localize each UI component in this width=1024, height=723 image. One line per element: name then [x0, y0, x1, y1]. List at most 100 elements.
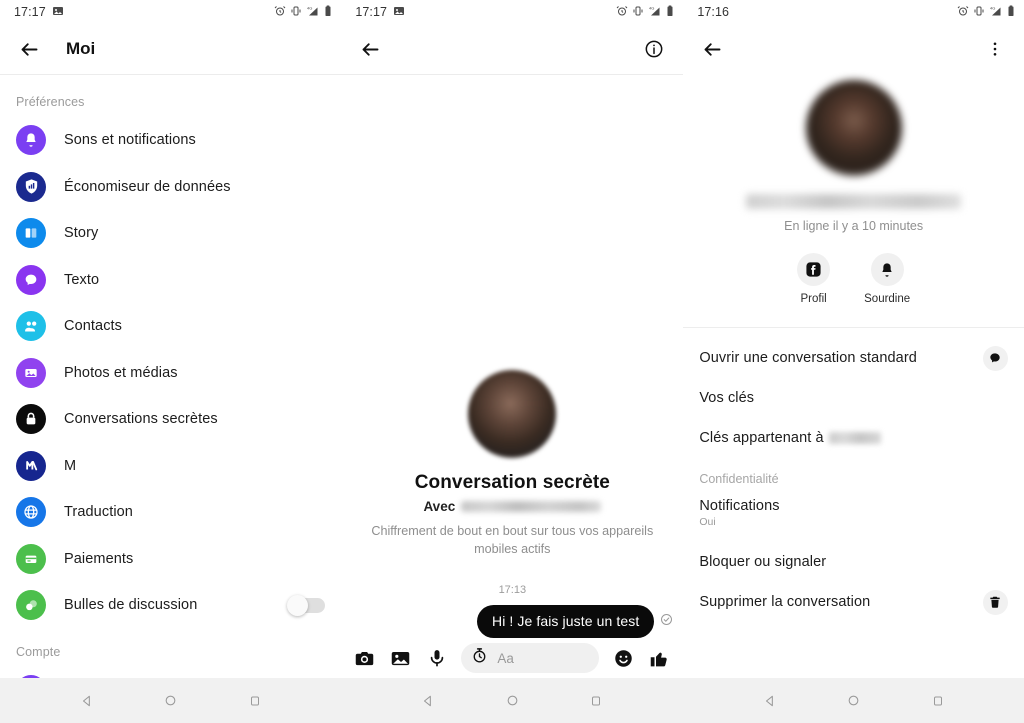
settings-row-sons-et-notifications[interactable]: Sons et notifications: [0, 117, 341, 164]
settings-row-photos-et-medias[interactable]: Photos et médias: [0, 350, 341, 397]
details-row-label: Notifications: [699, 498, 780, 514]
signal-4g-icon: 4G: [306, 5, 320, 20]
details-row-notifications[interactable]: Notifications Oui: [683, 492, 1024, 536]
alarm-icon: [957, 5, 969, 20]
settings-row-economiseur-de-donnees[interactable]: Économiseur de données: [0, 164, 341, 211]
svg-text:4G: 4G: [990, 5, 995, 10]
svg-text:4G: 4G: [649, 5, 654, 10]
app-bar-details: [683, 24, 1024, 74]
signal-4g-icon: 4G: [648, 5, 662, 20]
image-icon: [52, 5, 64, 20]
conversation-with-label: Avec: [423, 499, 456, 515]
avatar: [468, 370, 557, 459]
hero-action-sourdine[interactable]: Sourdine: [864, 253, 910, 305]
panel-details: 17:16 4G En ligne il y a 10 minutes Prof…: [683, 0, 1024, 723]
globe-icon: [16, 497, 46, 528]
back-arrow-icon[interactable]: [14, 34, 44, 64]
settings-row-label: Story: [64, 225, 99, 242]
settings-row-contacts[interactable]: Contacts: [0, 303, 341, 350]
facebook-icon: [797, 253, 831, 286]
message-row: Hi ! Je fais juste un test: [341, 605, 683, 638]
settings-row-label: Économiseur de données: [64, 178, 231, 195]
hero-action-profil[interactable]: Profil: [797, 253, 831, 305]
details-row-supprimer-la-conversation[interactable]: Supprimer la conversation: [683, 582, 1024, 622]
svg-text:4G: 4G: [307, 5, 312, 10]
settings-row-label: Paiements: [64, 550, 134, 567]
settings-row-conversations-secretes[interactable]: Conversations secrètes: [0, 396, 341, 443]
shield-signal-icon: [16, 171, 46, 202]
details-row-vos-cles[interactable]: Vos clés: [683, 378, 1024, 418]
status-bar-settings: 17:17 4G: [0, 0, 341, 24]
lock-icon: [16, 404, 46, 435]
chat-bubble-icon: [16, 264, 46, 295]
message-input-placeholder: Aa: [497, 650, 514, 666]
status-bar-details: 17:16 4G: [683, 0, 1024, 24]
back-triangle-icon[interactable]: [759, 690, 781, 712]
emoji-icon[interactable]: [612, 647, 635, 670]
recents-square-icon[interactable]: [927, 690, 949, 712]
microphone-icon[interactable]: [425, 647, 448, 670]
redacted-contact-name: [461, 501, 602, 513]
avatar[interactable]: [805, 80, 902, 176]
message-composer: Aa: [341, 638, 683, 678]
settings-row-label: Traduction: [64, 504, 133, 521]
chat-bubble-icon: [982, 345, 1008, 371]
settings-row-label: Conversations secrètes: [64, 411, 218, 428]
panel-settings: 17:17 4G Moi Préférences Sons et notific…: [0, 0, 342, 723]
back-triangle-icon[interactable]: [417, 690, 439, 712]
settings-row-bulles-de-discussion[interactable]: Bulles de discussion: [0, 582, 341, 629]
more-vertical-icon[interactable]: [980, 34, 1010, 64]
status-clock: 17:16: [697, 5, 730, 19]
vibrate-icon: [973, 5, 985, 20]
android-nav-bar-settings: [0, 678, 342, 723]
app-bar-conversation: [341, 24, 684, 74]
settings-row-traduction[interactable]: Traduction: [0, 489, 341, 536]
settings-row-label: Bulles de discussion: [64, 597, 198, 614]
m-assistant-icon: [16, 450, 46, 481]
bell-icon: [870, 253, 904, 286]
details-row-label: Vos clés: [699, 390, 755, 406]
bulles-de-discussion-toggle[interactable]: [287, 594, 326, 616]
details-row-bloquer-ou-signaler[interactable]: Bloquer ou signaler: [683, 542, 1024, 582]
timer-icon[interactable]: [471, 647, 488, 669]
details-row-label: Ouvrir une conversation standard: [699, 350, 917, 366]
details-row-ouvrir-conversation-standard[interactable]: Ouvrir une conversation standard: [683, 338, 1024, 378]
conversation-with: Avec: [363, 499, 661, 514]
alarm-icon: [274, 5, 286, 20]
recents-square-icon[interactable]: [244, 690, 266, 712]
people-icon: [16, 311, 46, 342]
battery-icon: [666, 5, 674, 20]
delivered-check-icon: [660, 613, 673, 631]
back-arrow-icon[interactable]: [355, 34, 385, 64]
details-row-cles-appartenant-a[interactable]: Clés appartenant à: [683, 418, 1024, 458]
vibrate-icon: [632, 5, 644, 20]
message-bubble-outgoing[interactable]: Hi ! Je fais juste un test: [476, 605, 655, 638]
camera-icon[interactable]: [353, 647, 376, 670]
vibrate-icon: [290, 5, 302, 20]
settings-row-m[interactable]: M: [0, 443, 341, 490]
redacted-contact-name: [746, 194, 962, 209]
settings-row-story[interactable]: Story: [0, 210, 341, 257]
conversation-body: Conversation secrète Avec Chiffrement de…: [341, 75, 683, 638]
story-book-icon: [16, 218, 46, 249]
bell-icon: [16, 125, 46, 156]
gallery-icon[interactable]: [389, 647, 412, 670]
settings-row-label: Sons et notifications: [64, 132, 196, 149]
message-input[interactable]: Aa: [461, 643, 600, 673]
settings-row-paiements[interactable]: Paiements: [0, 536, 341, 583]
home-circle-icon[interactable]: [501, 690, 523, 712]
settings-row-texto[interactable]: Texto: [0, 257, 341, 304]
conversation-description: Chiffrement de bout en bout sur tous vos…: [371, 524, 654, 556]
status-clock: 17:17: [14, 5, 46, 19]
recents-square-icon[interactable]: [585, 690, 607, 712]
page-title: Moi: [66, 39, 96, 58]
settings-row-label: M: [64, 457, 77, 474]
settings-row-label: Texto: [64, 271, 100, 288]
back-arrow-icon[interactable]: [697, 34, 727, 64]
thumbs-up-icon[interactable]: [648, 647, 671, 670]
home-circle-icon[interactable]: [843, 690, 865, 712]
info-circle-icon[interactable]: [639, 34, 669, 64]
details-row-label: Supprimer la conversation: [699, 594, 871, 610]
back-triangle-icon[interactable]: [76, 690, 98, 712]
home-circle-icon[interactable]: [160, 690, 182, 712]
